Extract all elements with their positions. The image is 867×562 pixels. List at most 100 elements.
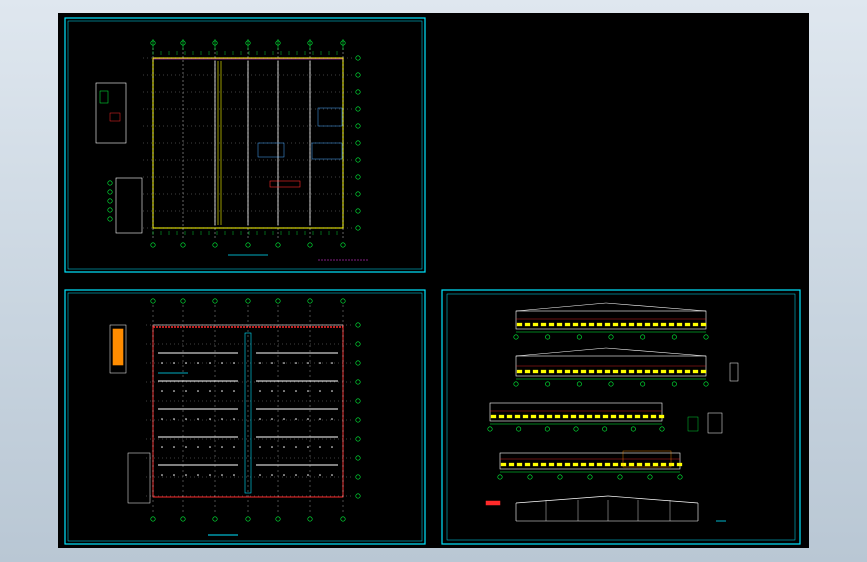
axis-bubble xyxy=(487,426,493,432)
axis-bubble xyxy=(355,417,361,423)
roof-vent xyxy=(331,418,333,420)
window xyxy=(516,369,523,374)
roof-vent xyxy=(307,474,309,476)
cad-line xyxy=(605,302,707,312)
roof-vent xyxy=(271,362,273,364)
window xyxy=(644,369,651,374)
window xyxy=(660,322,667,327)
axis-bubble xyxy=(545,381,551,387)
window xyxy=(498,414,505,419)
axis-bubble xyxy=(576,334,582,340)
window xyxy=(652,322,659,327)
roof-vent xyxy=(307,418,309,420)
window xyxy=(626,414,633,419)
axis-bubble xyxy=(355,360,361,366)
axis-bubble xyxy=(677,474,683,480)
cad-rect xyxy=(729,362,739,382)
axis-bubble xyxy=(212,298,218,304)
elevation-outline xyxy=(515,310,707,330)
window xyxy=(540,322,547,327)
roof-vent xyxy=(259,446,261,448)
axis-bubble xyxy=(355,157,361,163)
window xyxy=(628,462,635,467)
axis-bubble xyxy=(275,298,281,304)
window xyxy=(508,462,515,467)
window xyxy=(668,369,675,374)
elevations-sheet xyxy=(441,289,801,545)
window xyxy=(676,369,683,374)
cad-line xyxy=(605,347,707,357)
axis-bubble xyxy=(355,72,361,78)
roof-vent xyxy=(271,390,273,392)
window xyxy=(588,369,595,374)
axis-bubble xyxy=(275,242,281,248)
cad-line xyxy=(515,347,607,357)
window xyxy=(596,369,603,374)
axis-bubble xyxy=(355,106,361,112)
axis-bubble xyxy=(355,493,361,499)
section-detail xyxy=(707,412,723,434)
window xyxy=(642,414,649,419)
window xyxy=(572,462,579,467)
window xyxy=(556,369,563,374)
cad-line xyxy=(515,495,609,504)
axis-bubble xyxy=(340,242,346,248)
axis-bubble xyxy=(245,516,251,522)
axis-bubble xyxy=(640,381,646,387)
roof-vent xyxy=(259,474,261,476)
axis-bubble xyxy=(703,381,709,387)
roof-vent xyxy=(197,390,199,392)
axis-bubble xyxy=(307,516,313,522)
roof-vent xyxy=(197,362,199,364)
window xyxy=(548,322,555,327)
window xyxy=(668,462,675,467)
window xyxy=(684,322,691,327)
roof-vent xyxy=(295,418,297,420)
roof-vent xyxy=(221,474,223,476)
axis-bubble xyxy=(355,55,361,61)
window xyxy=(538,414,545,419)
axis-bubble xyxy=(513,381,519,387)
window xyxy=(610,414,617,419)
axis-bubble xyxy=(630,426,636,432)
side-room-detail xyxy=(115,177,143,234)
roof-vent xyxy=(233,446,235,448)
roof-vent xyxy=(283,474,285,476)
axis-bubble xyxy=(602,426,608,432)
window xyxy=(652,462,659,467)
window xyxy=(578,414,585,419)
axis-bubble xyxy=(703,334,709,340)
cad-model-space[interactable] xyxy=(58,13,809,548)
cad-rect xyxy=(687,416,699,432)
window xyxy=(522,414,529,419)
roof-vent xyxy=(185,474,187,476)
window xyxy=(604,462,611,467)
axis-bubble xyxy=(355,398,361,404)
window xyxy=(596,462,603,467)
roof-vent xyxy=(173,418,175,420)
roof-vent xyxy=(161,446,163,448)
roof-vent xyxy=(259,362,261,364)
axis-bubble xyxy=(107,180,113,186)
roof-vent xyxy=(331,362,333,364)
roof-vent xyxy=(209,418,211,420)
axis-bubble xyxy=(640,334,646,340)
roof-vent xyxy=(283,418,285,420)
roof-vent xyxy=(173,390,175,392)
window xyxy=(676,322,683,327)
axis-bubble xyxy=(355,436,361,442)
axis-bubble xyxy=(355,140,361,146)
roof-vent xyxy=(173,446,175,448)
side-detail xyxy=(127,452,151,504)
window xyxy=(644,322,651,327)
blue-note-block xyxy=(257,142,285,158)
window xyxy=(572,322,579,327)
axis-bubble xyxy=(107,198,113,204)
window xyxy=(580,462,587,467)
roof-vent xyxy=(161,362,163,364)
window xyxy=(588,462,595,467)
window xyxy=(612,462,619,467)
blue-note-block xyxy=(311,142,343,160)
window xyxy=(658,414,665,419)
axis-bubble xyxy=(212,242,218,248)
